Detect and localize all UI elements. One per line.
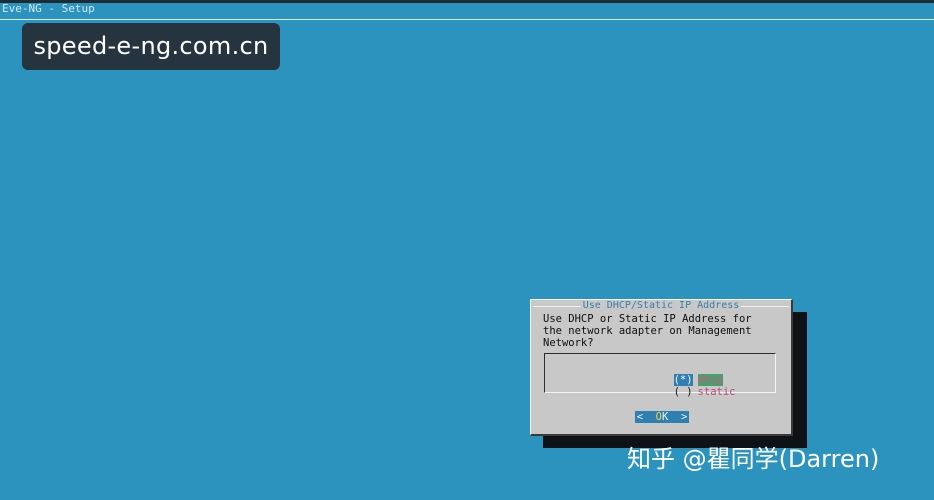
ok-button[interactable]: < OK > [635,411,689,423]
watermark-site: speed-e-ng.com.cn [22,23,280,70]
ok-button-left: < [636,411,656,423]
dialog-title: Use DHCP/Static IP Address [580,300,742,311]
option-static[interactable]: ( ) static [623,374,736,410]
dialog-prompt: Use DHCP or Static IP Address for the ne… [543,313,752,349]
option-static-label[interactable]: static [698,386,736,398]
ok-button-rest: K > [662,411,688,423]
dhcp-static-dialog: Use DHCP/Static IP Address Use DHCP or S… [530,299,793,436]
top-strip [0,0,934,3]
dialog-title-container: Use DHCP/Static IP Address [531,300,791,312]
radio-list: (*) dhcp ( ) static [544,353,776,398]
terminal-screen: Eve-NG - Setup speed-e-ng.com.cn Use DHC… [0,0,934,500]
backtitle-rule [0,19,934,20]
backtitle: Eve-NG - Setup [2,2,95,15]
watermark-zhihu: 知乎 @瞿同学(Darren) [627,445,880,473]
radio-empty-icon[interactable]: ( ) [674,386,693,398]
